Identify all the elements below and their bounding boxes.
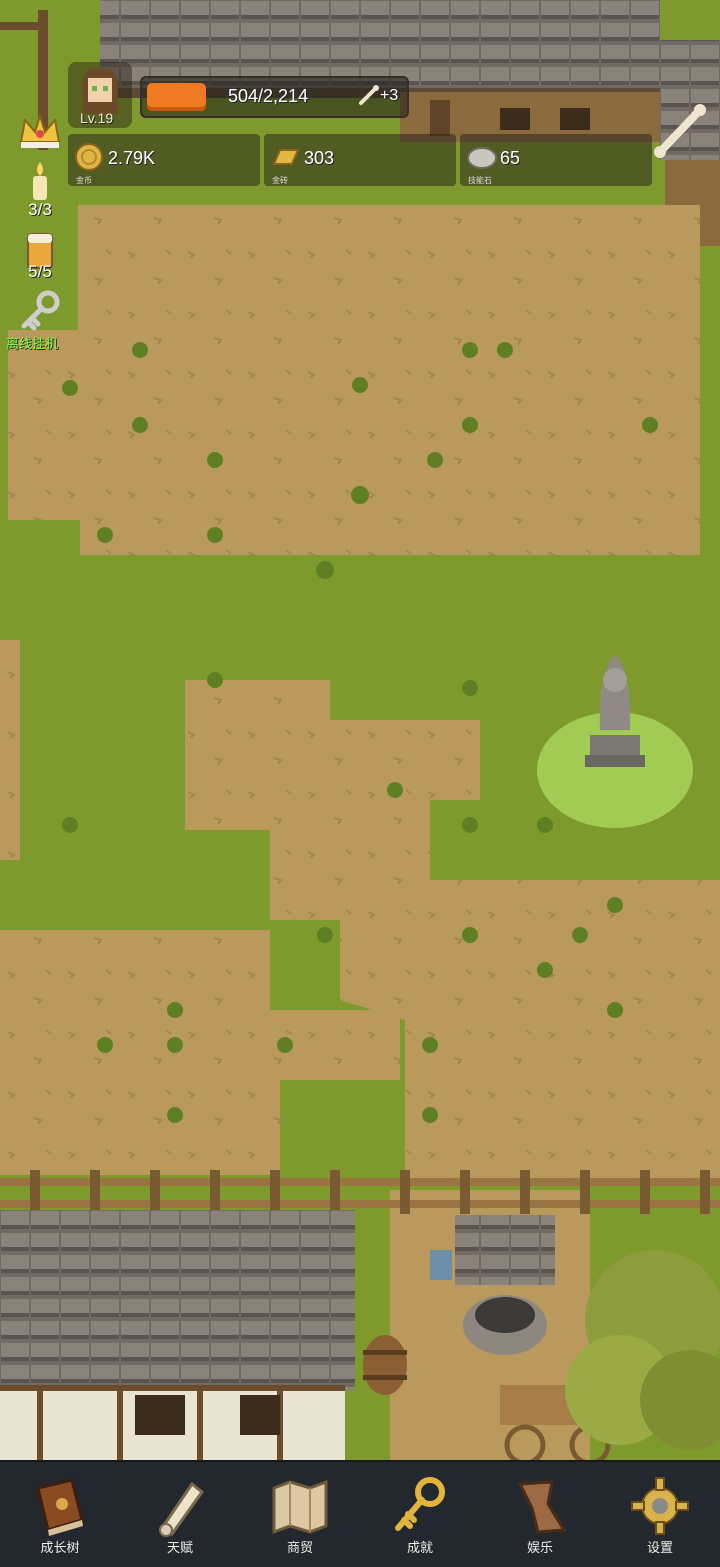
nav-achievement[interactable]: 成就	[370, 1462, 470, 1567]
currency-value: 2.79K	[108, 148, 156, 168]
nav-label: 设置	[646, 1540, 673, 1555]
currency-gold-bar[interactable]: 303 金砖	[264, 134, 456, 186]
currency-name: 金币	[76, 176, 92, 185]
idle-key-button[interactable]	[10, 290, 70, 336]
gold-bar-icon	[272, 149, 300, 165]
silver-key-icon	[21, 290, 60, 331]
nav-talent[interactable]: 天赋	[130, 1462, 230, 1567]
nav-label: 商贸	[286, 1540, 313, 1555]
beer-stamina[interactable]: 5/5	[10, 230, 70, 290]
bone-icon	[359, 85, 379, 105]
bone-reward-icon[interactable]	[654, 100, 708, 160]
book-icon	[36, 1478, 84, 1536]
nav-entertainment[interactable]: 娱乐	[490, 1462, 590, 1567]
currency-gold-coin[interactable]: 2.79K 金币	[68, 134, 260, 186]
currency-name: 技能石	[468, 176, 492, 185]
nav-label: 天赋	[166, 1540, 193, 1555]
scroll-icon	[159, 1481, 205, 1537]
nav-trade[interactable]: 商贸	[250, 1462, 350, 1567]
player-level: Lv.19	[80, 110, 114, 126]
currency-skill-stone[interactable]: 65 技能石	[460, 134, 652, 186]
nav-label: 成长树	[40, 1540, 80, 1555]
skill-stone-icon	[467, 147, 497, 169]
game-scene	[0, 0, 720, 1565]
top-hud: Lv.19 504/2,214 +3 2.79K 金币 303 金砖 65 技能…	[0, 0, 720, 230]
xp-text: 504/2,214	[228, 86, 309, 106]
idle-mode-label[interactable]: 离线挂机	[6, 333, 58, 352]
nav-label: 娱乐	[526, 1540, 553, 1555]
nav-label: 成就	[406, 1540, 433, 1555]
xp-bar: 504/2,214 +3	[140, 76, 409, 118]
candle-count: 3/3	[28, 200, 52, 219]
key-icon	[395, 1477, 445, 1531]
crown-icon	[19, 112, 61, 148]
crown-button[interactable]	[10, 108, 70, 152]
beer-count: 5/5	[28, 262, 52, 281]
xp-bonus: +3	[380, 87, 399, 104]
bottom-nav: 成长树 天赋 商贸 成就 娱乐 设置	[0, 1460, 720, 1567]
currency-value: 65	[500, 148, 521, 168]
currency-name: 金砖	[272, 176, 288, 185]
xp-bar-fill	[147, 83, 206, 111]
map-icon	[272, 1479, 328, 1535]
nav-settings[interactable]: 设置	[610, 1462, 710, 1567]
nav-growth-tree[interactable]: 成长树	[10, 1462, 110, 1567]
gear-icon	[631, 1477, 689, 1535]
candle-icon	[33, 162, 47, 200]
leather-icon	[517, 1480, 567, 1534]
candle-stamina[interactable]: 3/3	[10, 160, 70, 220]
gold-coin-icon	[75, 143, 103, 171]
currency-value: 303	[304, 148, 335, 168]
